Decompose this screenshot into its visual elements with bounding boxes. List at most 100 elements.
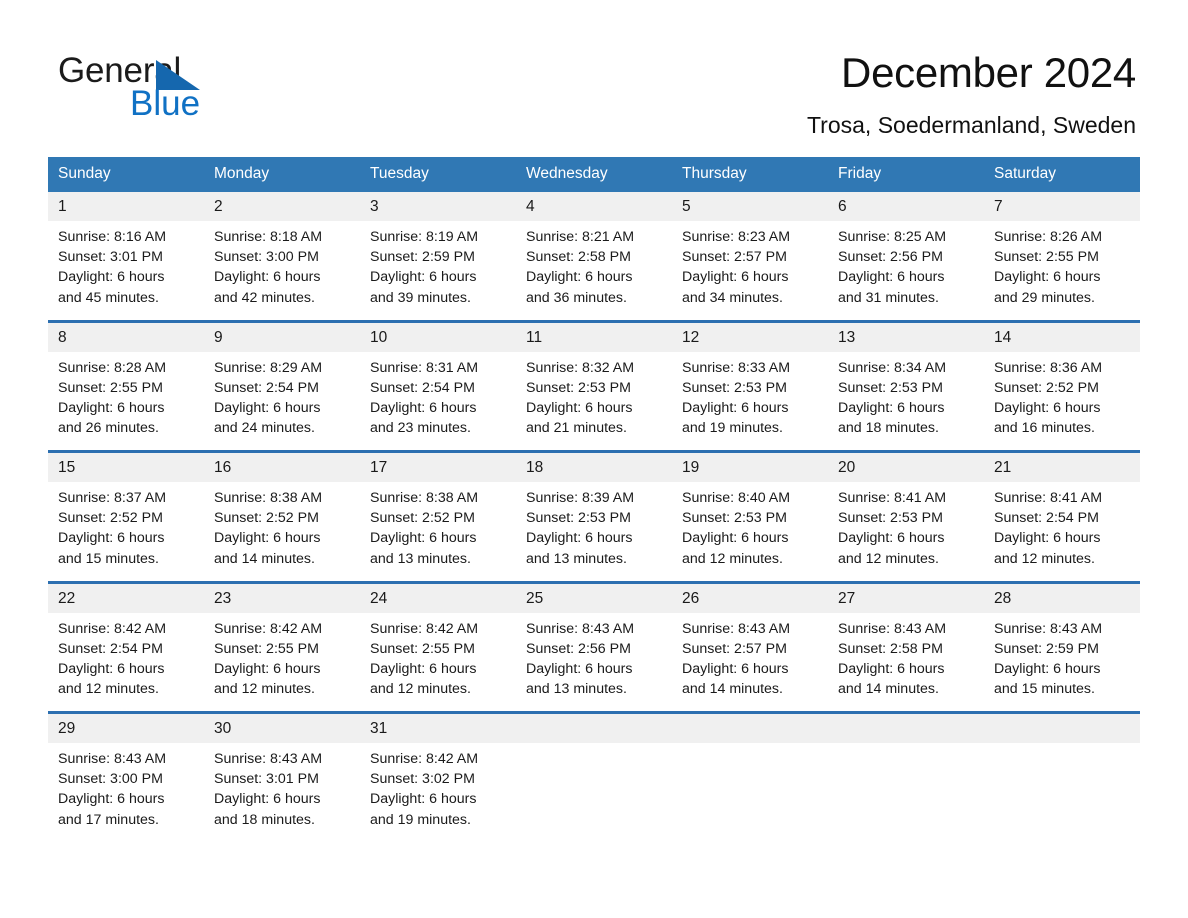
day-number[interactable]: 28 bbox=[984, 580, 1140, 613]
day-cell[interactable]: Sunrise: 8:28 AM Sunset: 2:55 PM Dayligh… bbox=[48, 351, 204, 452]
daylight-text-line2: and 13 minutes. bbox=[370, 550, 471, 567]
day-cell[interactable]: Sunrise: 8:43 AM Sunset: 3:00 PM Dayligh… bbox=[48, 743, 204, 843]
daylight-text-line1: Daylight: 6 hours bbox=[994, 660, 1101, 677]
daylight-text-line2: and 19 minutes. bbox=[370, 811, 471, 828]
day-number[interactable]: 3 bbox=[360, 192, 516, 221]
daylight-text-line2: and 14 minutes. bbox=[682, 681, 783, 698]
sunset-text: Sunset: 3:00 PM bbox=[58, 771, 163, 788]
day-number-row: 22 23 24 25 26 27 28 bbox=[48, 580, 1140, 613]
day-number[interactable]: 11 bbox=[516, 319, 672, 352]
day-cell[interactable]: Sunrise: 8:41 AM Sunset: 2:53 PM Dayligh… bbox=[828, 482, 984, 582]
day-cell[interactable]: Sunrise: 8:19 AM Sunset: 2:59 PM Dayligh… bbox=[360, 221, 516, 321]
sunset-text: Sunset: 3:00 PM bbox=[214, 249, 319, 266]
sunset-text: Sunset: 2:53 PM bbox=[682, 379, 787, 396]
day-cell[interactable]: Sunrise: 8:33 AM Sunset: 2:53 PM Dayligh… bbox=[672, 351, 828, 452]
day-number[interactable]: 14 bbox=[984, 319, 1140, 352]
daylight-text-line2: and 26 minutes. bbox=[58, 420, 159, 437]
day-number[interactable]: 10 bbox=[360, 319, 516, 352]
day-cell[interactable]: Sunrise: 8:37 AM Sunset: 2:52 PM Dayligh… bbox=[48, 482, 204, 582]
sunset-text: Sunset: 2:53 PM bbox=[682, 510, 787, 527]
daylight-text-line2: and 14 minutes. bbox=[838, 681, 939, 698]
day-cell[interactable]: Sunrise: 8:43 AM Sunset: 3:01 PM Dayligh… bbox=[204, 743, 360, 843]
general-blue-logo[interactable]: General Blue bbox=[58, 52, 288, 123]
day-number[interactable]: 30 bbox=[204, 711, 360, 743]
day-cell[interactable]: Sunrise: 8:43 AM Sunset: 2:59 PM Dayligh… bbox=[984, 612, 1140, 713]
day-cell[interactable]: Sunrise: 8:38 AM Sunset: 2:52 PM Dayligh… bbox=[204, 482, 360, 582]
day-cell[interactable]: Sunrise: 8:42 AM Sunset: 2:55 PM Dayligh… bbox=[360, 612, 516, 713]
day-cell[interactable]: Sunrise: 8:18 AM Sunset: 3:00 PM Dayligh… bbox=[204, 221, 360, 321]
sunset-text: Sunset: 2:54 PM bbox=[370, 379, 475, 396]
sunrise-text: Sunrise: 8:42 AM bbox=[370, 620, 479, 637]
day-number[interactable]: 12 bbox=[672, 319, 828, 352]
day-cell[interactable]: Sunrise: 8:43 AM Sunset: 2:57 PM Dayligh… bbox=[672, 612, 828, 713]
daylight-text-line2: and 39 minutes. bbox=[370, 289, 471, 306]
day-number[interactable]: 18 bbox=[516, 450, 672, 482]
sunrise-text: Sunrise: 8:43 AM bbox=[838, 620, 947, 637]
day-number[interactable]: 7 bbox=[984, 192, 1140, 221]
day-number[interactable]: 23 bbox=[204, 580, 360, 613]
day-cell[interactable]: Sunrise: 8:42 AM Sunset: 2:54 PM Dayligh… bbox=[48, 612, 204, 713]
day-cell[interactable]: Sunrise: 8:38 AM Sunset: 2:52 PM Dayligh… bbox=[360, 482, 516, 582]
day-number[interactable]: 25 bbox=[516, 580, 672, 613]
sunrise-text: Sunrise: 8:28 AM bbox=[58, 359, 167, 376]
day-number-empty bbox=[516, 711, 672, 743]
day-cell[interactable]: Sunrise: 8:43 AM Sunset: 2:58 PM Dayligh… bbox=[828, 612, 984, 713]
daylight-text-line1: Daylight: 6 hours bbox=[526, 530, 633, 547]
day-cell[interactable]: Sunrise: 8:43 AM Sunset: 2:56 PM Dayligh… bbox=[516, 612, 672, 713]
sunset-text: Sunset: 2:53 PM bbox=[526, 510, 631, 527]
day-cell-empty bbox=[516, 743, 672, 843]
day-cell[interactable]: Sunrise: 8:39 AM Sunset: 2:53 PM Dayligh… bbox=[516, 482, 672, 582]
day-number[interactable]: 1 bbox=[48, 192, 204, 221]
daylight-text-line2: and 24 minutes. bbox=[214, 420, 315, 437]
day-cell[interactable]: Sunrise: 8:42 AM Sunset: 3:02 PM Dayligh… bbox=[360, 743, 516, 843]
daylight-text-line1: Daylight: 6 hours bbox=[370, 791, 477, 808]
day-number[interactable]: 24 bbox=[360, 580, 516, 613]
day-cell[interactable]: Sunrise: 8:21 AM Sunset: 2:58 PM Dayligh… bbox=[516, 221, 672, 321]
daylight-text-line1: Daylight: 6 hours bbox=[994, 399, 1101, 416]
daylight-text-line1: Daylight: 6 hours bbox=[214, 660, 321, 677]
sunset-text: Sunset: 2:56 PM bbox=[526, 640, 631, 657]
day-number[interactable]: 27 bbox=[828, 580, 984, 613]
day-info-row: Sunrise: 8:16 AM Sunset: 3:01 PM Dayligh… bbox=[48, 221, 1140, 321]
day-number[interactable]: 4 bbox=[516, 192, 672, 221]
day-number[interactable]: 31 bbox=[360, 711, 516, 743]
day-number[interactable]: 8 bbox=[48, 319, 204, 352]
daylight-text-line1: Daylight: 6 hours bbox=[370, 269, 477, 286]
day-number[interactable]: 9 bbox=[204, 319, 360, 352]
day-cell[interactable]: Sunrise: 8:16 AM Sunset: 3:01 PM Dayligh… bbox=[48, 221, 204, 321]
day-number[interactable]: 20 bbox=[828, 450, 984, 482]
sunrise-text: Sunrise: 8:29 AM bbox=[214, 359, 323, 376]
day-cell[interactable]: Sunrise: 8:42 AM Sunset: 2:55 PM Dayligh… bbox=[204, 612, 360, 713]
day-number-row: 8 9 10 11 12 13 14 bbox=[48, 319, 1140, 352]
day-number[interactable]: 17 bbox=[360, 450, 516, 482]
daylight-text-line1: Daylight: 6 hours bbox=[682, 269, 789, 286]
day-cell[interactable]: Sunrise: 8:26 AM Sunset: 2:55 PM Dayligh… bbox=[984, 221, 1140, 321]
calendar-page: General Blue December 2024 Trosa, Soeder… bbox=[0, 0, 1188, 918]
day-cell[interactable]: Sunrise: 8:23 AM Sunset: 2:57 PM Dayligh… bbox=[672, 221, 828, 321]
day-number[interactable]: 19 bbox=[672, 450, 828, 482]
sunset-text: Sunset: 2:53 PM bbox=[526, 379, 631, 396]
day-number[interactable]: 13 bbox=[828, 319, 984, 352]
day-number[interactable]: 15 bbox=[48, 450, 204, 482]
day-cell[interactable]: Sunrise: 8:40 AM Sunset: 2:53 PM Dayligh… bbox=[672, 482, 828, 582]
day-cell[interactable]: Sunrise: 8:34 AM Sunset: 2:53 PM Dayligh… bbox=[828, 351, 984, 452]
daylight-text-line1: Daylight: 6 hours bbox=[58, 660, 165, 677]
day-number[interactable]: 22 bbox=[48, 580, 204, 613]
day-cell[interactable]: Sunrise: 8:31 AM Sunset: 2:54 PM Dayligh… bbox=[360, 351, 516, 452]
day-cell[interactable]: Sunrise: 8:32 AM Sunset: 2:53 PM Dayligh… bbox=[516, 351, 672, 452]
weekday-header-sunday: Sunday bbox=[48, 157, 204, 192]
day-number[interactable]: 16 bbox=[204, 450, 360, 482]
day-cell[interactable]: Sunrise: 8:36 AM Sunset: 2:52 PM Dayligh… bbox=[984, 351, 1140, 452]
day-number[interactable]: 6 bbox=[828, 192, 984, 221]
day-info-row: Sunrise: 8:28 AM Sunset: 2:55 PM Dayligh… bbox=[48, 351, 1140, 452]
day-cell[interactable]: Sunrise: 8:41 AM Sunset: 2:54 PM Dayligh… bbox=[984, 482, 1140, 582]
daylight-text-line2: and 14 minutes. bbox=[214, 550, 315, 567]
day-cell[interactable]: Sunrise: 8:29 AM Sunset: 2:54 PM Dayligh… bbox=[204, 351, 360, 452]
day-cell[interactable]: Sunrise: 8:25 AM Sunset: 2:56 PM Dayligh… bbox=[828, 221, 984, 321]
day-number[interactable]: 21 bbox=[984, 450, 1140, 482]
daylight-text-line2: and 23 minutes. bbox=[370, 420, 471, 437]
day-number[interactable]: 5 bbox=[672, 192, 828, 221]
day-number[interactable]: 2 bbox=[204, 192, 360, 221]
day-number[interactable]: 29 bbox=[48, 711, 204, 743]
day-number[interactable]: 26 bbox=[672, 580, 828, 613]
